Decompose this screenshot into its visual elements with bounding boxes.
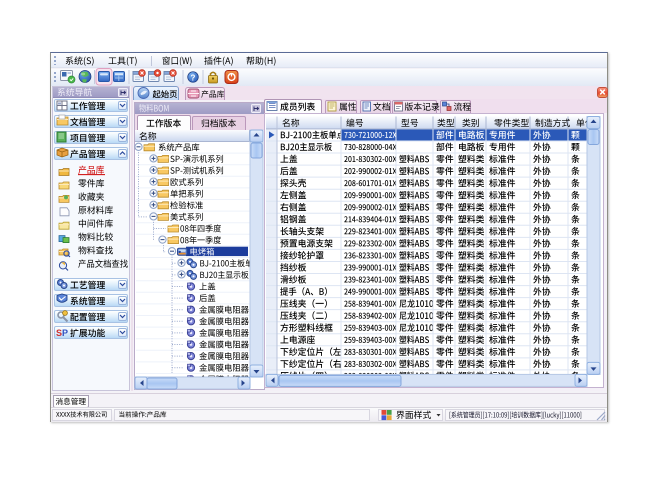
svg-text:?: ?	[191, 74, 196, 83]
svg-text:P: P	[62, 328, 68, 338]
